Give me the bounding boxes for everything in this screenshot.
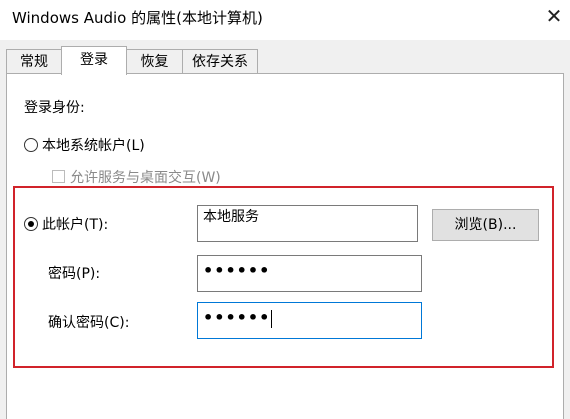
password-field[interactable]: •••••• bbox=[197, 255, 422, 292]
confirm-password-value: •••••• bbox=[203, 308, 271, 327]
tab-dependencies[interactable]: 依存关系 bbox=[182, 49, 258, 74]
confirm-password-label: 确认密码(C): bbox=[48, 315, 130, 331]
logon-tab-panel bbox=[6, 73, 564, 419]
text-caret bbox=[271, 309, 273, 328]
local-system-account-radio[interactable] bbox=[24, 138, 38, 152]
tab-logon[interactable]: 登录 bbox=[61, 46, 127, 75]
interact-desktop-checkbox[interactable] bbox=[52, 170, 65, 183]
interact-desktop-label: 允许服务与桌面交互(W) bbox=[70, 170, 221, 186]
password-label: 密码(P): bbox=[48, 266, 101, 282]
browse-button[interactable]: 浏览(B)... bbox=[432, 209, 539, 241]
account-name-input[interactable]: 本地服务 bbox=[197, 205, 418, 242]
tab-recovery[interactable]: 恢复 bbox=[126, 49, 183, 74]
local-system-account-label[interactable]: 本地系统帐户(L) bbox=[42, 135, 145, 155]
properties-dialog: Windows Audio 的属性(本地计算机) ✕ 常规 登录 恢复 依存关系… bbox=[0, 0, 570, 419]
this-account-label[interactable]: 此帐户(T): bbox=[42, 214, 108, 234]
this-account-radio[interactable] bbox=[24, 217, 38, 231]
title-bar: Windows Audio 的属性(本地计算机) ✕ bbox=[0, 0, 570, 40]
logon-as-label: 登录身份: bbox=[24, 100, 85, 116]
tab-general[interactable]: 常规 bbox=[6, 49, 62, 74]
confirm-password-field[interactable]: •••••• bbox=[197, 302, 422, 339]
window-title: Windows Audio 的属性(本地计算机) bbox=[12, 9, 263, 27]
close-icon[interactable]: ✕ bbox=[538, 0, 570, 32]
